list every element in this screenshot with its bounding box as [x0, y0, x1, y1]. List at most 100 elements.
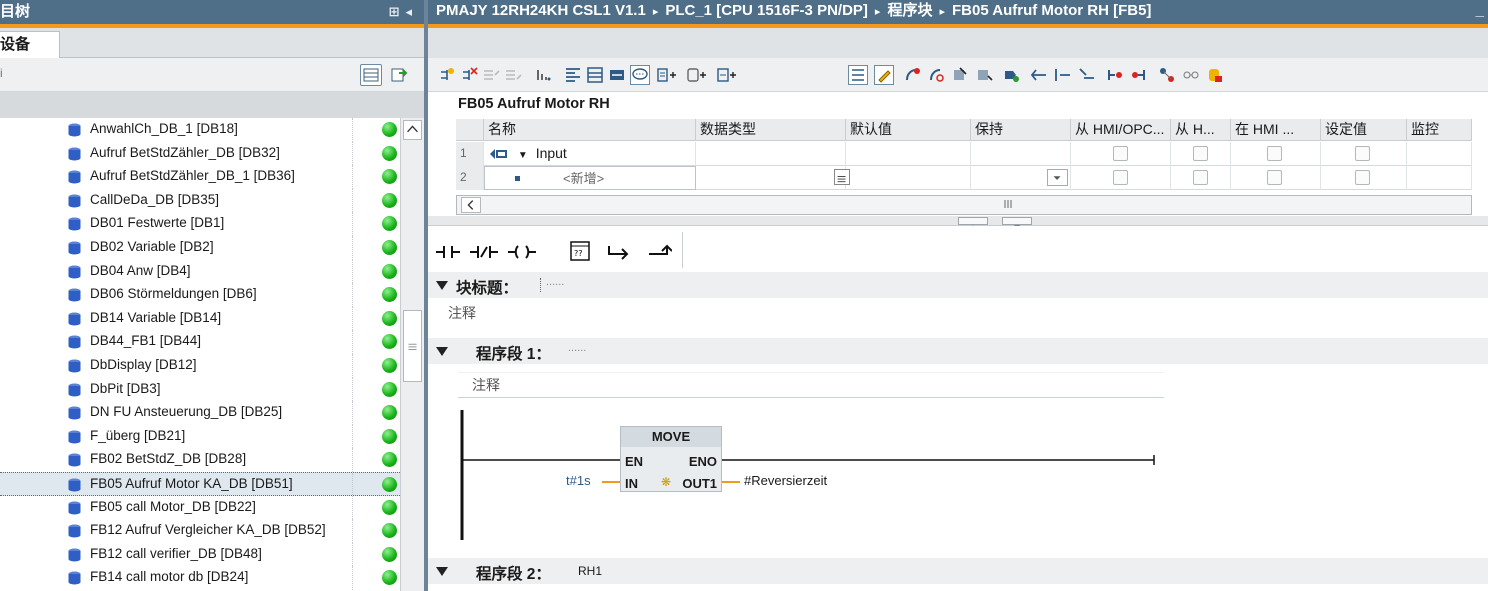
- column-header-retain[interactable]: 保持: [971, 119, 1071, 141]
- setpoint-checkbox[interactable]: [1355, 170, 1370, 185]
- interface-horizontal-scrollbar[interactable]: [456, 195, 1472, 215]
- network-1-header[interactable]: 程序段 1： ......: [428, 338, 1488, 364]
- editor-splitter[interactable]: [428, 216, 1488, 229]
- breadcrumb-item-program-blocks[interactable]: 程序块: [887, 2, 932, 19]
- overview-view-button[interactable]: [360, 64, 382, 86]
- coil-icon[interactable]: [506, 236, 538, 264]
- table-row[interactable]: 2 <新增>: [456, 166, 1472, 190]
- instance-dropdown-icon[interactable]: [686, 66, 712, 84]
- panel-controls[interactable]: ⊞◂: [389, 0, 418, 24]
- datatype-cell[interactable]: [696, 166, 850, 190]
- breadcrumb-item-plc[interactable]: PLC_1 [CPU 1516F-3 PN/DP]: [665, 2, 868, 19]
- move-instruction-box[interactable]: MOVE EN ENO IN ❋ OUT1: [620, 426, 722, 492]
- collapse-triangle-icon[interactable]: [436, 567, 448, 576]
- datatype-cell[interactable]: [696, 142, 846, 166]
- download-icon[interactable]: [976, 66, 994, 84]
- compare-icon[interactable]: [928, 66, 946, 84]
- column-header-in-hmi[interactable]: 在 HMI ...: [1231, 119, 1321, 141]
- breakpoint-icon[interactable]: [1106, 66, 1124, 84]
- tree-item[interactable]: DB06 Störmeldungen [DB6]: [0, 283, 400, 307]
- insert-network-icon[interactable]: [438, 66, 456, 84]
- tree-item[interactable]: DN FU Ansteuerung_DB [DB25]: [0, 401, 400, 425]
- block-title-header[interactable]: 块标题： ......: [428, 272, 1488, 298]
- default-cell[interactable]: [846, 142, 971, 166]
- tree-item[interactable]: DB02 Variable [DB2]: [0, 236, 400, 260]
- minimize-button[interactable]: _: [1476, 0, 1484, 22]
- from-h-checkbox[interactable]: [1193, 170, 1208, 185]
- tree-item[interactable]: FB02 BetStdZ_DB [DB28]: [0, 448, 400, 472]
- block-comment[interactable]: 注释: [448, 303, 476, 323]
- move-left-icon[interactable]: [1030, 66, 1048, 84]
- tab-devices[interactable]: 设备: [0, 31, 60, 59]
- splitter-up-handle[interactable]: [958, 217, 988, 229]
- favorites-dropdown-icon[interactable]: [656, 66, 682, 84]
- tree-item[interactable]: FB05 Aufruf Motor KA_DB [DB51]: [0, 472, 400, 496]
- tree-item[interactable]: DbDisplay [DB12]: [0, 354, 400, 378]
- block-simulation-icon[interactable]: [1002, 66, 1020, 84]
- nc-contact-icon[interactable]: [468, 236, 500, 264]
- glasses-icon[interactable]: [1182, 66, 1200, 84]
- column-header-monitor[interactable]: 监控: [1407, 119, 1472, 141]
- tree-item[interactable]: DB04 Anw [DB4]: [0, 259, 400, 284]
- call-dropdown-icon[interactable]: [716, 66, 742, 84]
- tree-item[interactable]: FB12 call verifier_DB [DB48]: [0, 542, 400, 567]
- tree-item[interactable]: DbPit [DB3]: [0, 377, 400, 402]
- splitter-down-handle[interactable]: [1002, 217, 1032, 229]
- close-branch-icon[interactable]: [646, 236, 672, 264]
- retain-cell[interactable]: [971, 166, 1071, 190]
- output-add-icon[interactable]: ❋: [661, 475, 671, 489]
- insert-row-icon[interactable]: [482, 66, 500, 84]
- column-header-hmi-opc[interactable]: 从 HMI/OPC...: [1071, 119, 1171, 141]
- column-header-datatype[interactable]: 数据类型: [696, 119, 846, 141]
- tree-item[interactable]: Aufruf BetStdZähler_DB_1 [DB36]: [0, 165, 400, 189]
- open-all-networks-icon[interactable]: [586, 66, 604, 84]
- go-to-error-icon[interactable]: [904, 66, 922, 84]
- column-header-from-h[interactable]: 从 H...: [1171, 119, 1231, 141]
- in-hmi-checkbox[interactable]: [1267, 146, 1282, 161]
- comments-toggle-button[interactable]: [630, 65, 650, 85]
- network-1-comment-box[interactable]: 注释: [458, 372, 1164, 398]
- split-view-button[interactable]: [848, 65, 868, 85]
- setpoint-checkbox[interactable]: [1355, 146, 1370, 161]
- indent-icon[interactable]: [1054, 66, 1072, 84]
- highlight-button[interactable]: [874, 65, 894, 85]
- column-header-setpoint[interactable]: 设定值: [1321, 119, 1407, 141]
- network-1-title-value[interactable]: ......: [568, 342, 586, 354]
- name-cell[interactable]: ▼ Input: [484, 142, 696, 166]
- new-entry-cell[interactable]: <新增>: [484, 166, 696, 190]
- network-2-header[interactable]: 程序段 2： RH1: [428, 558, 1488, 584]
- hmi-opc-checkbox[interactable]: [1113, 170, 1128, 185]
- out-operand[interactable]: #Reversierzeit: [744, 473, 827, 488]
- step-icon[interactable]: [1130, 66, 1148, 84]
- in-operand[interactable]: t#1s: [566, 473, 591, 488]
- hmi-opc-checkbox[interactable]: [1113, 146, 1128, 161]
- tree-item[interactable]: CallDeDa_DB [DB35]: [0, 188, 400, 213]
- table-row[interactable]: 1 ▼ Input: [456, 142, 1472, 166]
- tree-vertical-scrollbar[interactable]: [400, 118, 424, 591]
- add-row-icon[interactable]: [504, 66, 522, 84]
- tree-item[interactable]: Aufruf BetStdZähler_DB [DB32]: [0, 141, 400, 166]
- breadcrumb-item-project[interactable]: PMAJY 12RH24KH CSL1 V1.1: [436, 2, 646, 19]
- monitor-icon[interactable]: [952, 66, 970, 84]
- network-2-name[interactable]: RH1: [578, 564, 602, 578]
- tree-item[interactable]: DB44_FB1 [DB44]: [0, 330, 400, 354]
- scroll-left-button[interactable]: [461, 197, 481, 213]
- retain-cell[interactable]: [971, 142, 1071, 166]
- from-h-checkbox[interactable]: [1193, 146, 1208, 161]
- in-pin[interactable]: IN: [625, 476, 638, 491]
- column-header-name[interactable]: 名称: [484, 119, 696, 141]
- scroll-thumb[interactable]: [403, 310, 422, 382]
- scroll-up-button[interactable]: [403, 120, 422, 140]
- tree-item[interactable]: FB12 Aufruf Vergleicher KA_DB [DB52]: [0, 519, 400, 543]
- collapse-triangle-icon[interactable]: [436, 281, 448, 290]
- en-pin[interactable]: EN: [625, 454, 643, 469]
- absolute-symbolic-icon[interactable]: [534, 66, 552, 84]
- default-cell[interactable]: [846, 166, 971, 190]
- connection-icon[interactable]: [1158, 66, 1176, 84]
- breadcrumb-item-block[interactable]: FB05 Aufruf Motor RH [FB5]: [952, 2, 1151, 19]
- empty-box-icon[interactable]: ??: [568, 236, 592, 264]
- tree-item[interactable]: AnwahlCh_DB_1 [DB18]: [0, 118, 400, 142]
- tree-item[interactable]: DB14 Variable [DB14]: [0, 306, 400, 331]
- tree-item[interactable]: FB05 call Motor_DB [DB22]: [0, 495, 400, 520]
- delete-network-icon[interactable]: [460, 66, 478, 84]
